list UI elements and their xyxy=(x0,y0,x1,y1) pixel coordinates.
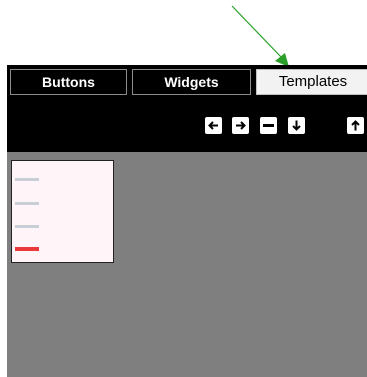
canvas-area xyxy=(7,152,367,377)
move-right-button[interactable] xyxy=(232,117,249,134)
remove-button[interactable] xyxy=(260,117,277,134)
template-thumbnail[interactable] xyxy=(11,160,114,263)
tab-widgets[interactable]: Widgets xyxy=(132,69,251,95)
placeholder-line xyxy=(15,178,39,181)
arrow-right-icon xyxy=(236,121,246,130)
arrow-up-icon xyxy=(351,120,360,131)
tab-buttons[interactable]: Buttons xyxy=(10,69,127,95)
minus-icon xyxy=(263,124,274,127)
arrow-left-icon xyxy=(208,121,218,130)
placeholder-line xyxy=(15,202,39,205)
tab-bar: Buttons Widgets Templates xyxy=(7,65,367,99)
move-up-button[interactable] xyxy=(347,117,364,134)
toolbar xyxy=(7,99,367,152)
move-left-button[interactable] xyxy=(205,117,222,134)
move-down-button[interactable] xyxy=(288,117,305,134)
tab-templates[interactable]: Templates xyxy=(256,69,367,95)
placeholder-line xyxy=(15,225,39,228)
highlight-line xyxy=(15,247,39,251)
arrow-down-icon xyxy=(292,120,301,131)
